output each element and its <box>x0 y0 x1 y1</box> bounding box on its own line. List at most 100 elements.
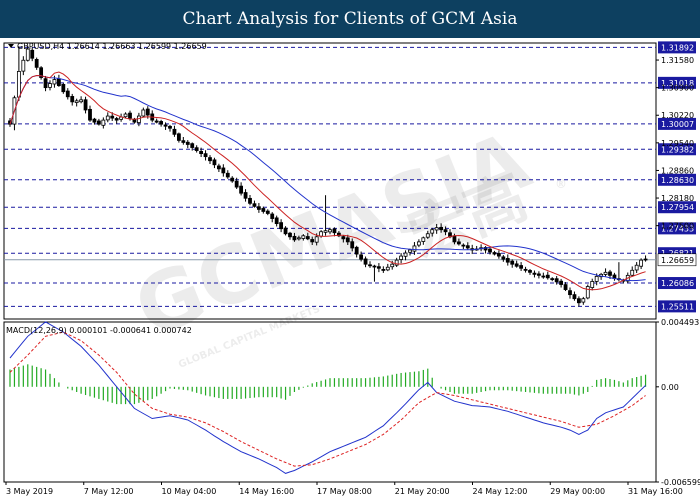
candle-body-29 <box>136 115 141 124</box>
candle-body-18 <box>88 108 92 121</box>
candle-body-65 <box>296 237 301 240</box>
current-price-label: 1.26659 <box>661 256 694 265</box>
candle-body-110 <box>496 253 501 257</box>
candle-body-30 <box>141 109 146 117</box>
level-label-4: 1.28630 <box>661 176 694 185</box>
candle-body-90 <box>408 249 412 253</box>
x-tick-label-6: 24 May 12:00 <box>473 487 528 496</box>
candle-body-42 <box>194 147 199 151</box>
candle-body-103 <box>465 245 470 249</box>
candle-body-131 <box>590 281 595 288</box>
candle-body-21 <box>101 119 106 126</box>
price-tick-label-2: 1.30220 <box>661 111 694 120</box>
candle-body-15 <box>74 100 79 103</box>
x-tick-label-2: 10 May 04:00 <box>162 487 217 496</box>
candle-body-59 <box>270 213 275 219</box>
candle-body-112 <box>505 258 510 263</box>
candle-body-129 <box>581 298 586 303</box>
candle-body-6 <box>34 59 39 68</box>
candle-body-96 <box>434 227 439 231</box>
candle-body-3 <box>21 59 26 72</box>
candle-body-27 <box>128 112 132 119</box>
x-tick-label-8: 31 May 16:00 <box>628 487 683 496</box>
candle-body-34 <box>159 121 164 125</box>
candle-body-121 <box>545 274 550 279</box>
candle-body-127 <box>572 294 577 300</box>
candle-body-26 <box>123 113 128 118</box>
x-tick-label-7: 29 May 00:00 <box>550 487 605 496</box>
candle-body-80 <box>363 258 368 265</box>
candle-body-120 <box>541 275 546 278</box>
candle-body-91 <box>412 245 417 252</box>
candle-body-113 <box>510 260 515 265</box>
candle-body-46 <box>212 159 217 166</box>
chart-title-banner: Chart Analysis for Clients of GCM Asia <box>0 0 700 38</box>
candle-body-109 <box>492 252 497 255</box>
candle-body-118 <box>532 272 537 275</box>
x-tick-label-4: 17 May 08:00 <box>317 487 372 496</box>
candle-body-5 <box>30 49 35 59</box>
candle-body-117 <box>528 270 532 273</box>
candle-body-75 <box>341 236 346 240</box>
candle-body-116 <box>523 268 528 271</box>
candle-body-69 <box>314 236 319 243</box>
candle-body-98 <box>443 229 448 233</box>
level-label-9: 1.25511 <box>661 302 694 311</box>
level-label-8: 1.26086 <box>661 279 694 288</box>
candle-body-40 <box>185 141 190 145</box>
macd-tick-label-1: 0.00 <box>661 383 679 392</box>
candle-body-93 <box>421 237 426 242</box>
candle-body-81 <box>368 264 372 267</box>
candle-body-67 <box>305 236 310 240</box>
candle-body-125 <box>563 284 568 290</box>
candle-body-134 <box>603 271 608 275</box>
candle-body-89 <box>403 252 408 257</box>
price-tick-label-4: 1.28860 <box>661 166 694 175</box>
candle-body-71 <box>323 230 328 233</box>
candle-body-76 <box>345 237 350 243</box>
candle-body-86 <box>390 263 395 268</box>
candle-body-11 <box>56 78 61 87</box>
price-tick-label-6: 1.27500 <box>661 222 694 231</box>
candle-body-142 <box>639 259 644 267</box>
candle-body-97 <box>439 226 444 231</box>
candle-body-122 <box>550 278 555 281</box>
candle-body-123 <box>554 278 559 283</box>
candle-body-28 <box>132 118 137 123</box>
candle-body-126 <box>568 290 572 296</box>
candle-body-53 <box>243 192 248 199</box>
price-tick-label-3: 1.29540 <box>661 139 694 148</box>
candle-body-49 <box>225 172 230 178</box>
candle-body-33 <box>154 120 159 123</box>
candle-body-37 <box>172 128 177 135</box>
candle-body-141 <box>634 264 639 271</box>
candle-body-31 <box>145 108 150 116</box>
candle-body-115 <box>519 265 524 269</box>
candle-body-128 <box>576 298 581 304</box>
candle-body-79 <box>359 254 364 260</box>
candle-body-41 <box>190 143 195 148</box>
candle-body-130 <box>585 286 590 299</box>
candle-body-61 <box>279 222 284 230</box>
candle-body-78 <box>354 246 359 255</box>
candle-body-22 <box>105 115 110 121</box>
price-tick-label-5: 1.28180 <box>661 194 694 203</box>
candle-body-101 <box>456 241 461 245</box>
candle-body-12 <box>61 84 66 93</box>
candle-body-88 <box>399 255 404 260</box>
candle-body-47 <box>216 165 221 170</box>
candle-body-124 <box>559 280 564 285</box>
candle-body-143 <box>643 258 648 261</box>
candle-body-39 <box>181 140 186 143</box>
candle-body-36 <box>168 125 172 129</box>
macd-tick-label-0: 0.004493 <box>661 318 699 327</box>
candle-body-95 <box>430 229 435 234</box>
candle-body-135 <box>608 271 612 276</box>
candle-body-2 <box>16 71 21 98</box>
price-tick-label-1: 1.30900 <box>661 84 694 93</box>
candle-body-58 <box>265 210 270 214</box>
candle-body-77 <box>350 241 355 249</box>
candle-body-94 <box>425 233 430 238</box>
candle-body-100 <box>452 235 457 243</box>
candle-body-9 <box>48 83 52 88</box>
